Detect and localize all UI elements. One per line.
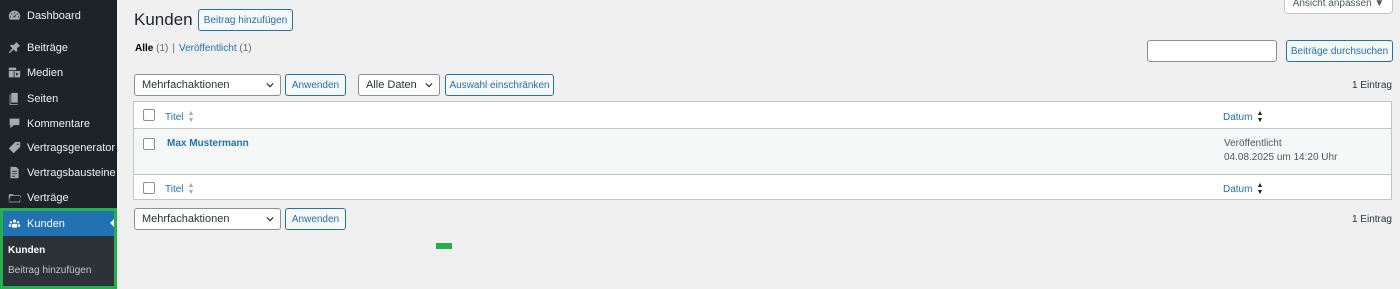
filter-all-label: Alle — [135, 43, 154, 54]
date-filter-value: Alle Daten — [366, 79, 417, 91]
table-footer: Titel ▲ ▼ Datum ▲ ▼ — [134, 174, 1391, 200]
pin-icon — [7, 41, 21, 55]
sort-icon: ▲ ▼ — [1256, 110, 1264, 124]
document-icon — [7, 166, 21, 180]
bulk-action-select[interactable]: Mehrfachaktionen — [134, 74, 281, 96]
filter-separator: | — [172, 43, 175, 54]
sidebar-item-medien[interactable]: Medien — [0, 60, 117, 85]
apply-button-bottom[interactable]: Anwenden — [285, 208, 346, 230]
filter-published-label: Veröffentlicht — [178, 43, 237, 54]
sidebar-item-label: Dashboard — [27, 9, 81, 22]
table-row: Max Mustermann Veröffentlicht 04.08.2025… — [134, 129, 1391, 174]
tag-icon — [7, 141, 21, 155]
status-filters: Alle (1) | Veröffentlicht (1) — [135, 43, 252, 54]
column-date-footer[interactable]: Datum ▲ ▼ — [1223, 182, 1263, 196]
chevron-down-icon — [266, 216, 274, 222]
apply-button[interactable]: Anwenden — [285, 74, 346, 96]
sidebar-item-beitraege[interactable]: Beiträge — [0, 35, 117, 60]
row-checkbox[interactable] — [143, 138, 155, 150]
column-title-header[interactable]: Titel ▲ ▼ — [165, 110, 194, 124]
folder-icon — [7, 191, 21, 205]
page-title: Kunden — [134, 10, 193, 29]
sidebar-item-label: Medien — [27, 66, 64, 79]
sidebar-item-vertragsbausteine[interactable]: Vertragsbausteine — [0, 160, 117, 185]
dashboard-icon — [7, 9, 21, 23]
column-title-footer[interactable]: Titel ▲ ▼ — [165, 182, 194, 196]
row-date: 04.08.2025 um 14:20 Uhr — [1224, 152, 1338, 163]
column-date-label: Datum — [1223, 183, 1253, 195]
bulk-action-value: Mehrfachaktionen — [142, 213, 230, 225]
pages-icon — [7, 92, 21, 106]
sidebar-item-seiten[interactable]: Seiten — [0, 86, 117, 111]
sort-icon: ▲ ▼ — [1256, 182, 1264, 196]
filter-all[interactable]: Alle (1) — [135, 43, 168, 54]
sidebar-item-label: Seiten — [27, 92, 59, 105]
row-status: Veröffentlicht — [1224, 138, 1282, 149]
search-button[interactable]: Beiträge durchsuchen — [1286, 40, 1393, 62]
filter-published-count: (1) — [239, 43, 252, 54]
sidebar-item-label: Beiträge — [27, 41, 68, 54]
sidebar-item-dashboard[interactable]: Dashboard — [0, 3, 117, 28]
column-date-header[interactable]: Datum ▲ ▼ — [1223, 110, 1263, 124]
sidebar-item-label: Verträge — [27, 191, 69, 204]
sort-icon: ▲ ▼ — [187, 110, 195, 124]
green-marker — [436, 243, 452, 249]
filter-button[interactable]: Auswahl einschränken — [445, 74, 554, 96]
groups-icon — [7, 217, 21, 231]
chevron-down-icon — [266, 82, 274, 88]
items-count-bottom: 1 Eintrag — [1351, 214, 1392, 225]
sidebar-item-label: Kunden — [27, 217, 65, 230]
add-new-button[interactable]: Beitrag hinzufügen — [198, 9, 293, 31]
filter-published[interactable]: Veröffentlicht (1) — [179, 43, 252, 54]
row-title-link[interactable]: Max Mustermann — [167, 138, 249, 149]
chevron-down-icon — [425, 82, 433, 88]
screen-options-label: Ansicht anpassen ▼ — [1292, 0, 1385, 9]
items-count: 1 Eintrag — [1351, 80, 1392, 91]
sidebar-item-kommentare[interactable]: Kommentare — [0, 111, 117, 136]
kunden-submenu: Kunden Beitrag hinzufügen — [0, 236, 117, 289]
posts-table: Titel ▲ ▼ Datum ▲ ▼ Max Mustermann Veröffent… — [133, 101, 1392, 200]
filter-all-count: (1) — [156, 43, 169, 54]
admin-sidebar: Dashboard Beiträge Medien Seiten Komment… — [0, 0, 117, 289]
active-menu-arrow — [110, 219, 114, 227]
bulk-action-select-bottom[interactable]: Mehrfachaktionen — [134, 208, 281, 230]
sort-icon: ▲ ▼ — [187, 182, 195, 196]
sidebar-item-label: Vertragsbausteine — [27, 166, 116, 179]
column-date-label: Datum — [1223, 111, 1253, 123]
search-input[interactable] — [1147, 40, 1277, 62]
select-all-checkbox-footer[interactable] — [143, 182, 155, 194]
sidebar-item-label: Kommentare — [27, 117, 90, 130]
media-icon — [7, 66, 21, 80]
sidebar-item-kunden[interactable]: Kunden — [0, 211, 117, 236]
select-all-checkbox[interactable] — [143, 109, 155, 121]
comment-icon — [7, 117, 21, 131]
table-header: Titel ▲ ▼ Datum ▲ ▼ — [134, 102, 1391, 129]
bulk-action-value: Mehrfachaktionen — [142, 79, 230, 91]
sidebar-item-vertraege[interactable]: Verträge — [0, 185, 117, 210]
sidebar-item-vertragsgenerator[interactable]: Vertragsgenerator — [0, 135, 117, 160]
sidebar-item-label: Vertragsgenerator — [27, 141, 116, 154]
submenu-item-add-new[interactable]: Beitrag hinzufügen — [8, 265, 91, 276]
column-title-label: Titel — [165, 111, 184, 123]
date-filter-select[interactable]: Alle Daten — [358, 74, 440, 96]
screen-options-button[interactable]: Ansicht anpassen ▼ — [1284, 0, 1393, 14]
column-title-label: Titel — [165, 183, 184, 195]
submenu-item-kunden[interactable]: Kunden — [8, 245, 45, 256]
